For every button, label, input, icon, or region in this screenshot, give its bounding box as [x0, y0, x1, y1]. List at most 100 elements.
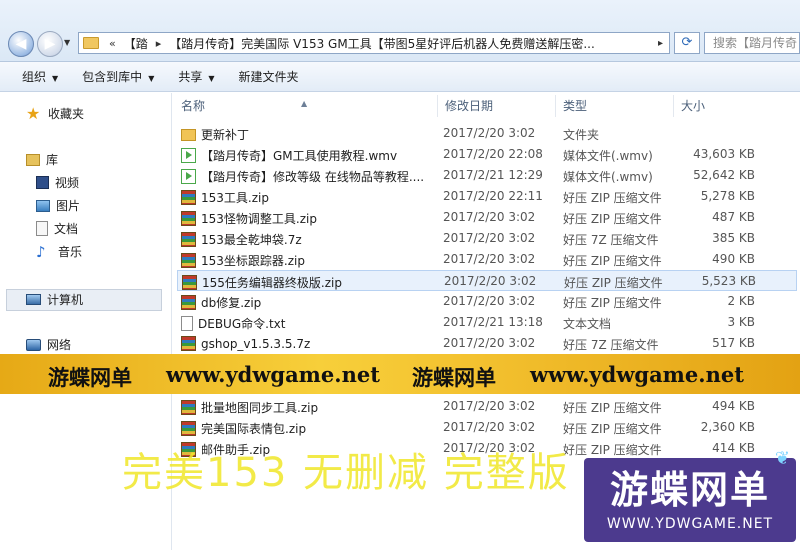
- file-name-cell: DEBUG命令.txt: [181, 315, 437, 332]
- file-name: 更新补丁: [201, 128, 250, 142]
- file-row[interactable]: 完美国际表情包.zip 2017/2/20 3:02 好压 ZIP 压缩文件 2,36…: [177, 417, 797, 438]
- breadcrumb-separator-icon[interactable]: ▸: [156, 37, 162, 50]
- logo-title: 游蝶网单: [609, 468, 770, 512]
- file-date: 2017/2/21 13:18: [443, 315, 543, 329]
- file-row[interactable]: 批量地图同步工具.zip 2017/2/20 3:02 好压 ZIP 压缩文件 494…: [177, 396, 797, 417]
- file-name: 【踏月传奇】GM工具使用教程.wmv: [201, 149, 398, 163]
- file-date: 2017/2/20 3:02: [443, 336, 536, 350]
- file-date: 2017/2/21 12:29: [443, 168, 543, 182]
- column-header-size[interactable]: 大小: [673, 93, 783, 119]
- folder-icon: [83, 37, 99, 49]
- include-in-library-button[interactable]: 包含到库中 ▼: [70, 68, 166, 85]
- file-name-cell: db修复.zip: [181, 294, 437, 311]
- address-box[interactable]: « 【踏 ▸ 【踏月传奇】完美国际 V153 GM工具【带图5星好评后机器人免费…: [78, 32, 670, 54]
- file-size: 5,523 KB: [701, 274, 756, 288]
- nav-item-music[interactable]: ♪ 音乐: [36, 243, 82, 260]
- chevron-down-icon: ▼: [52, 74, 59, 83]
- folder-row[interactable]: 更新补丁 2017/2/20 3:02 文件夹: [177, 123, 797, 144]
- file-name: db修复.zip: [201, 296, 262, 310]
- nav-item-videos[interactable]: 视频: [36, 174, 79, 191]
- share-menu-button[interactable]: 共享 ▼: [166, 68, 226, 85]
- nav-item-network[interactable]: 网络: [26, 336, 71, 353]
- file-row[interactable]: 153最全乾坤袋.7z 2017/2/20 3:02 好压 7Z 压缩文件 385 K…: [177, 228, 797, 249]
- file-type: 好压 ZIP 压缩文件: [564, 276, 663, 290]
- file-date: 2017/2/20 3:02: [443, 399, 536, 413]
- command-bar: 组织 ▼ 包含到库中 ▼ 共享 ▼ 新建文件夹: [0, 62, 800, 92]
- file-type: 好压 ZIP 压缩文件: [563, 254, 662, 268]
- nav-item-pictures[interactable]: 图片: [36, 197, 80, 214]
- file-name: DEBUG命令.txt: [198, 317, 286, 331]
- file-date: 2017/2/20 3:02: [443, 126, 536, 140]
- file-size: 5,278 KB: [700, 189, 755, 203]
- chevron-down-icon: ▼: [148, 74, 155, 83]
- refresh-button[interactable]: ⟳: [674, 32, 700, 54]
- site-logo: ❦ 游蝶网单 WWW.YDWGAME.NET: [584, 448, 796, 542]
- new-folder-button[interactable]: 新建文件夹: [227, 68, 311, 85]
- archive-icon: [181, 190, 196, 205]
- file-row[interactable]: 155任务编辑器终极版.zip 2017/2/20 3:02 好压 ZIP 压缩文件…: [177, 270, 797, 291]
- file-date: 2017/2/20 3:02: [443, 231, 536, 245]
- file-name-cell: 【踏月传奇】GM工具使用教程.wmv: [181, 147, 437, 164]
- archive-icon: [181, 400, 196, 415]
- column-header-name[interactable]: 名称 ▲: [173, 93, 437, 119]
- recent-pages-dropdown-icon[interactable]: ▼: [64, 38, 70, 47]
- nav-item-computer[interactable]: 计算机: [26, 291, 83, 308]
- video-file-icon: [181, 148, 196, 163]
- nav-item-documents[interactable]: 文档: [36, 220, 78, 237]
- nav-label: 视频: [55, 176, 80, 190]
- file-date: 2017/2/20 3:02: [443, 210, 536, 224]
- file-size: 2 KB: [727, 294, 755, 308]
- nav-label: 图片: [56, 199, 81, 213]
- file-row[interactable]: 【踏月传奇】GM工具使用教程.wmv 2017/2/20 22:08 媒体文件(.w…: [177, 144, 797, 165]
- search-input[interactable]: 搜索【踏月传奇: [704, 32, 800, 54]
- file-row[interactable]: DEBUG命令.txt 2017/2/21 13:18 文本文档 3 KB: [177, 312, 797, 333]
- breadcrumb-segment[interactable]: 【踏月传奇】完美国际 V153 GM工具【带图5星好评后机器人免费赠送解压密..…: [169, 35, 594, 52]
- file-row[interactable]: 153怪物调整工具.zip 2017/2/20 3:02 好压 ZIP 压缩文件 48…: [177, 207, 797, 228]
- breadcrumb-segment[interactable]: 【踏: [124, 35, 148, 52]
- file-row[interactable]: db修复.zip 2017/2/20 3:02 好压 ZIP 压缩文件 2 KB: [177, 291, 797, 312]
- file-name: 153怪物调整工具.zip: [201, 212, 317, 226]
- file-name: 【踏月传奇】修改等级 在线物品等教程....: [201, 170, 425, 184]
- file-row[interactable]: 153坐标跟踪器.zip 2017/2/20 3:02 好压 ZIP 压缩文件 490…: [177, 249, 797, 270]
- forward-button[interactable]: ▶: [37, 31, 63, 57]
- file-type: 好压 ZIP 压缩文件: [563, 296, 662, 310]
- file-row[interactable]: 【踏月传奇】修改等级 在线物品等教程.... 2017/2/21 12:29 媒体文…: [177, 165, 797, 186]
- network-icon: [26, 338, 41, 351]
- file-name-cell: 153怪物调整工具.zip: [181, 210, 437, 227]
- butterfly-icon: ❦: [774, 448, 790, 469]
- computer-icon: [26, 294, 41, 305]
- file-type: 媒体文件(.wmv): [563, 149, 653, 163]
- address-overflow-chevron[interactable]: «: [109, 37, 116, 50]
- folder-icon: [181, 129, 196, 141]
- star-icon: ★: [26, 103, 41, 123]
- watermark-banner: 游蝶网单 www.ydwgame.net 游蝶网单 www.ydwgame.ne…: [0, 354, 800, 394]
- watermark-large-text: 完美153 无删减 完整版: [122, 450, 570, 496]
- nav-item-favorites[interactable]: ★ 收藏夹: [26, 105, 84, 122]
- file-name: 153最全乾坤袋.7z: [201, 233, 302, 247]
- file-name-cell: 批量地图同步工具.zip: [181, 399, 437, 416]
- file-name-cell: 155任务编辑器终极版.zip: [182, 274, 438, 291]
- nav-item-libraries[interactable]: 库: [26, 151, 58, 168]
- file-name-cell: 【踏月传奇】修改等级 在线物品等教程....: [181, 168, 437, 185]
- video-library-icon: [36, 176, 49, 189]
- file-name-cell: 完美国际表情包.zip: [181, 420, 437, 437]
- file-type: 好压 ZIP 压缩文件: [563, 191, 662, 205]
- file-row[interactable]: 153工具.zip 2017/2/20 22:11 好压 ZIP 压缩文件 5,278…: [177, 186, 797, 207]
- music-note-icon: ♪: [36, 242, 46, 261]
- file-type: 好压 ZIP 压缩文件: [563, 401, 662, 415]
- documents-library-icon: [36, 221, 48, 236]
- file-type: 媒体文件(.wmv): [563, 170, 653, 184]
- file-row[interactable]: gshop_v1.5.3.5.7z 2017/2/20 3:02 好压 7Z 压缩文…: [177, 333, 797, 354]
- breadcrumb-arrow-icon[interactable]: ▸: [652, 38, 669, 49]
- chevron-down-icon: ▼: [208, 74, 215, 83]
- file-type: 好压 ZIP 压缩文件: [563, 422, 662, 436]
- archive-icon: [181, 232, 196, 247]
- column-header-type[interactable]: 类型: [555, 93, 673, 119]
- file-date: 2017/2/20 22:11: [443, 189, 543, 203]
- column-header-date[interactable]: 修改日期: [437, 93, 555, 119]
- organize-menu-button[interactable]: 组织 ▼: [0, 68, 70, 85]
- back-button[interactable]: ◀: [8, 31, 34, 57]
- file-type: 文本文档: [563, 317, 612, 331]
- archive-icon: [181, 336, 196, 351]
- watermark-banner-text: 游蝶网单: [48, 365, 132, 390]
